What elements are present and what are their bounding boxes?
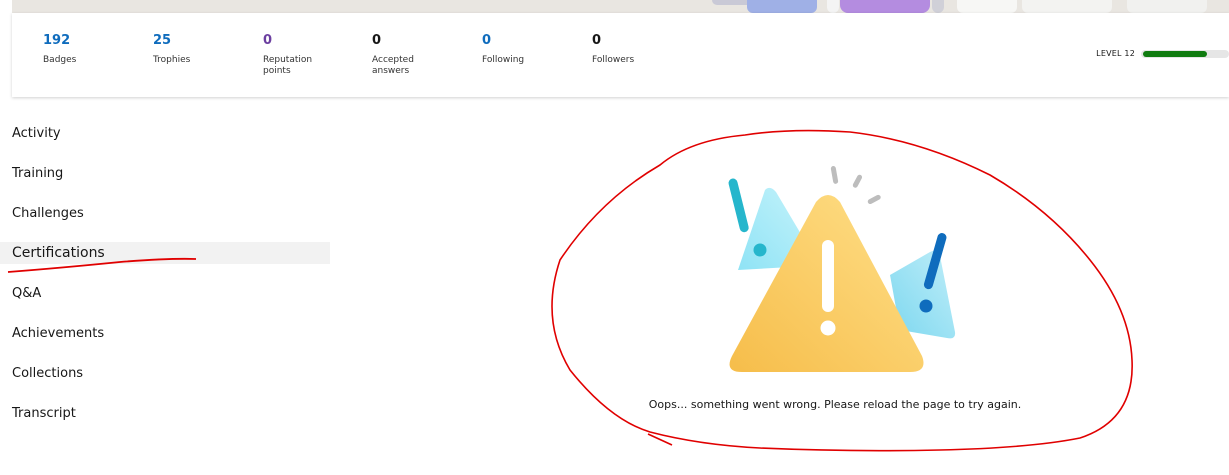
warning-triangle-icon <box>728 166 956 372</box>
stat-label: Followers <box>592 55 635 65</box>
stat-following[interactable]: 0 Following <box>482 33 572 66</box>
sidebar-item-training[interactable]: Training <box>0 153 330 193</box>
level-progress-fill <box>1143 50 1207 57</box>
profile-stats-card: 192 Badges 25 Trophies 0 Reputation poin… <box>12 13 1229 97</box>
stat-reputation-points[interactable]: 0 Reputation points <box>263 33 323 77</box>
stat-value: 0 <box>372 33 382 48</box>
stat-label: Trophies <box>153 55 191 65</box>
error-state: Oops... something went wrong. Please rel… <box>600 160 1070 411</box>
stat-value: 0 <box>592 33 602 48</box>
profile-page: 192 Badges 25 Trophies 0 Reputation poin… <box>0 0 1229 475</box>
level-indicator: LEVEL 12 <box>1096 49 1229 58</box>
level-label: LEVEL 12 <box>1096 49 1135 58</box>
sidebar-item-achievements[interactable]: Achievements <box>0 313 330 353</box>
stat-value: 192 <box>43 33 71 48</box>
sidebar-item-activity[interactable]: Activity <box>0 113 330 153</box>
stat-label: Following <box>482 55 525 65</box>
stat-value: 0 <box>263 33 273 48</box>
stat-badges[interactable]: 192 Badges <box>43 33 133 66</box>
sidebar-item-collections[interactable]: Collections <box>0 353 330 393</box>
stat-label: Badges <box>43 55 77 65</box>
sidebar-item-transcript[interactable]: Transcript <box>0 393 330 433</box>
sidebar-item-qa[interactable]: Q&A <box>0 273 330 313</box>
error-message: Oops... something went wrong. Please rel… <box>648 398 1022 411</box>
stat-value: 0 <box>482 33 492 48</box>
stat-followers[interactable]: 0 Followers <box>592 33 682 66</box>
sidebar-item-challenges[interactable]: Challenges <box>0 193 330 233</box>
stat-label: Reputation points <box>263 55 313 76</box>
profile-sidebar-nav: Activity Training Challenges Certificati… <box>0 113 330 433</box>
sidebar-item-certifications[interactable]: Certifications <box>0 242 330 264</box>
profile-banner <box>12 0 1229 13</box>
stat-label: Accepted answers <box>372 55 414 76</box>
stat-accepted-answers[interactable]: 0 Accepted answers <box>372 33 427 77</box>
stat-value: 25 <box>153 33 172 48</box>
stat-trophies[interactable]: 25 Trophies <box>153 33 243 66</box>
level-progress-bar <box>1141 49 1229 58</box>
